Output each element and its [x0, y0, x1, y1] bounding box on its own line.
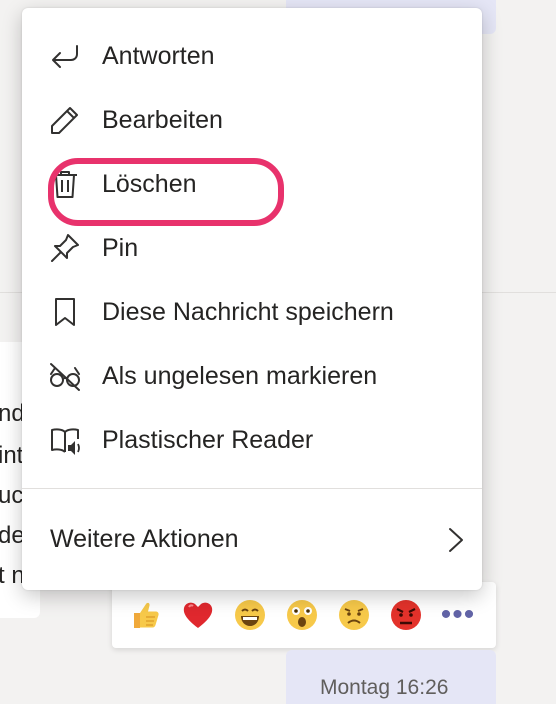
message-text-fragment: nd: [0, 400, 25, 427]
trash-icon: [48, 167, 82, 201]
angry-face-icon: [391, 600, 421, 630]
bookmark-icon: [48, 295, 82, 329]
glasses-off-icon: [48, 359, 82, 393]
thumbs-up-icon: [134, 602, 159, 628]
sad-face-icon: [339, 600, 369, 630]
sad-reaction-button[interactable]: [336, 597, 372, 633]
menu-item-save-message[interactable]: Diese Nachricht speichern: [22, 280, 482, 344]
menu-item-label: Diese Nachricht speichern: [102, 297, 394, 326]
menu-item-reply[interactable]: Antworten: [22, 24, 482, 88]
menu-item-label: Bearbeiten: [102, 105, 223, 134]
like-reaction-button[interactable]: [128, 597, 164, 633]
surprised-face-icon: [287, 600, 317, 630]
laugh-reaction-button[interactable]: [232, 597, 268, 633]
menu-item-pin[interactable]: Pin: [22, 216, 482, 280]
pencil-icon: [48, 103, 82, 137]
menu-item-more-actions[interactable]: Weitere Aktionen: [22, 508, 482, 572]
menu-item-delete[interactable]: Löschen: [22, 152, 482, 216]
surprised-reaction-button[interactable]: [284, 597, 320, 633]
heart-icon: [183, 602, 213, 628]
message-text-fragment: t n: [0, 562, 25, 589]
menu-divider: [22, 488, 482, 489]
chevron-right-icon: [449, 528, 463, 552]
message-timestamp: Montag 16:26: [320, 676, 449, 699]
message-text-fragment: de: [0, 522, 25, 549]
angry-reaction-button[interactable]: [388, 597, 424, 633]
menu-item-label: Als ungelesen markieren: [102, 361, 378, 390]
menu-item-label: Plastischer Reader: [102, 425, 314, 454]
reaction-bar: •••: [112, 582, 496, 648]
pin-icon: [48, 231, 82, 265]
reply-icon: [48, 39, 82, 73]
menu-item-immersive-reader[interactable]: Plastischer Reader: [22, 408, 482, 472]
immersive-reader-icon: [48, 423, 82, 457]
message-context-menu: Antworten Bearbeiten Löschen Pin Diese N…: [22, 8, 482, 590]
heart-reaction-button[interactable]: [180, 597, 216, 633]
message-text-fragment: int: [0, 442, 24, 469]
menu-item-mark-unread[interactable]: Als ungelesen markieren: [22, 344, 482, 408]
menu-item-label: Löschen: [102, 169, 197, 198]
menu-item-label: Weitere Aktionen: [50, 525, 239, 553]
menu-item-label: Antworten: [102, 41, 215, 70]
menu-item-label: Pin: [102, 233, 139, 262]
laughing-face-icon: [235, 600, 265, 630]
more-reactions-button[interactable]: •••: [440, 597, 476, 633]
message-text-fragment: uc: [0, 482, 24, 509]
menu-item-edit[interactable]: Bearbeiten: [22, 88, 482, 152]
